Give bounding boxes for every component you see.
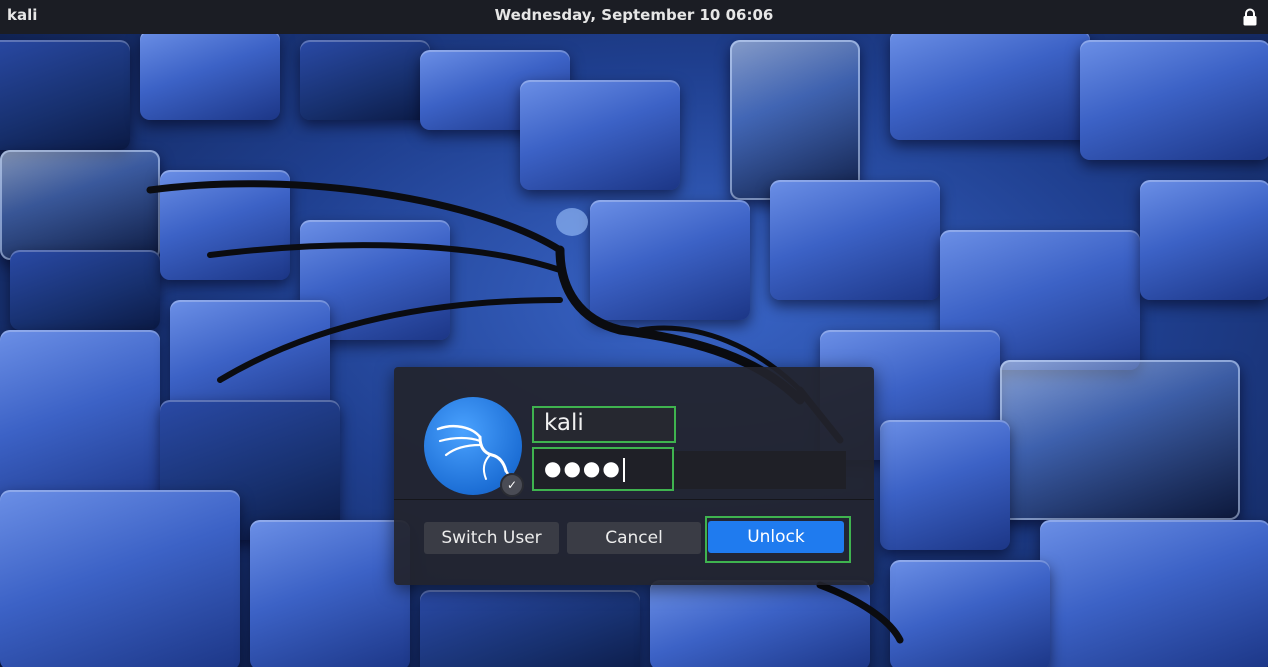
check-icon: ✓ xyxy=(500,473,524,497)
dialog-separator xyxy=(394,499,874,500)
clock[interactable]: Wednesday, September 10 06:06 xyxy=(0,6,1268,24)
unlock-label: Unlock xyxy=(747,527,805,547)
switch-user-label: Switch User xyxy=(441,528,542,548)
password-field-background xyxy=(674,451,846,489)
unlock-dialog: ✓ kali ●●●● Switch User Cancel Unlock xyxy=(394,367,874,585)
cancel-button[interactable]: Cancel xyxy=(567,522,701,554)
lock-icon[interactable] xyxy=(1242,8,1258,26)
text-cursor xyxy=(622,457,625,482)
password-input[interactable]: ●●●● xyxy=(532,447,674,491)
hostname-label: kali xyxy=(7,6,38,24)
password-mask: ●●●● xyxy=(544,456,622,480)
switch-user-button[interactable]: Switch User xyxy=(424,522,559,554)
top-bar: kali Wednesday, September 10 06:06 xyxy=(0,0,1268,34)
username-label: kali xyxy=(532,406,676,443)
unlock-button[interactable]: Unlock xyxy=(708,521,844,553)
cancel-label: Cancel xyxy=(605,528,663,548)
